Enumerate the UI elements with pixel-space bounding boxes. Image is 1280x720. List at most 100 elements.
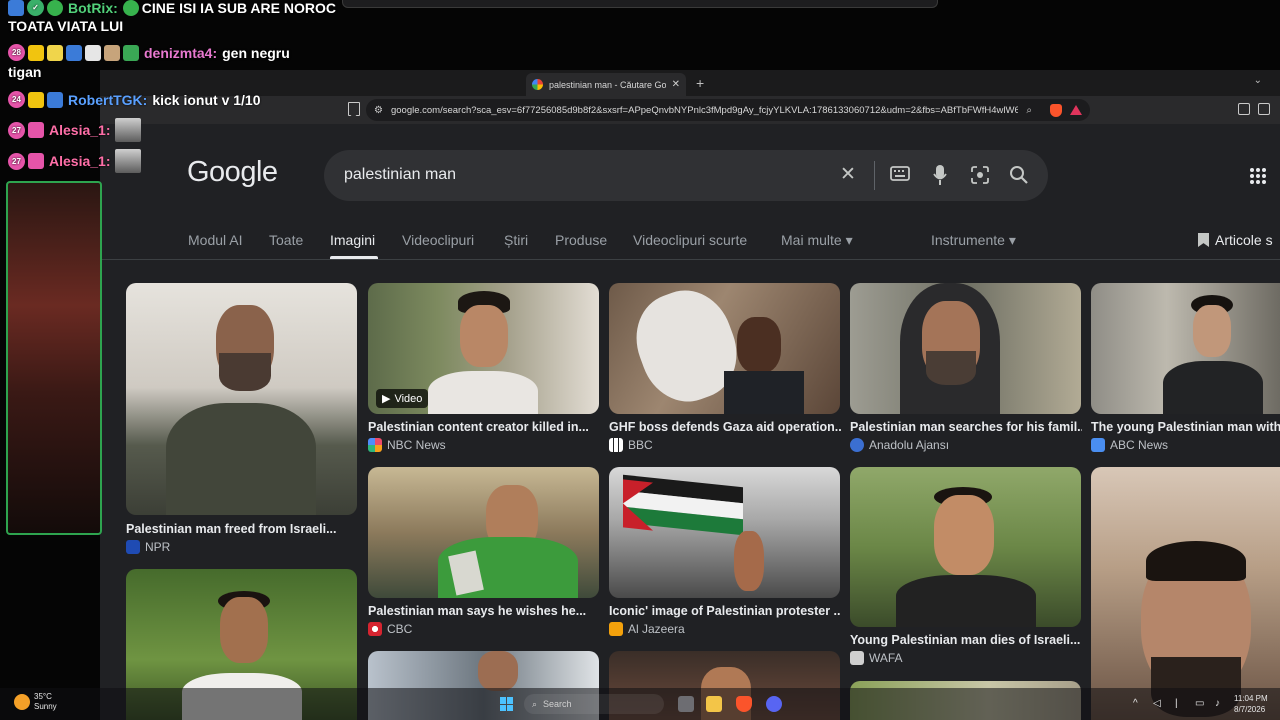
result-thumbnail[interactable] (850, 283, 1081, 414)
tab-news[interactable]: Știri (504, 232, 528, 248)
chat-message-continued: TOATA VIATA LUI (8, 18, 123, 34)
tab-images[interactable]: Imagini (330, 232, 375, 248)
result-source[interactable]: Anadolu Ajansı (850, 438, 949, 452)
clover-emote-icon (122, 0, 139, 16)
background-window-strip (342, 0, 938, 8)
brave-browser-icon[interactable] (736, 696, 752, 712)
brave-shield-icon[interactable] (1050, 103, 1062, 117)
start-button-icon[interactable] (500, 697, 514, 711)
moderator-badge-icon (47, 91, 63, 108)
result-source[interactable]: CBC (368, 622, 412, 636)
chat-username[interactable]: denizmta4: (144, 45, 217, 61)
sun-icon (14, 694, 30, 710)
result-thumbnail[interactable] (1091, 283, 1280, 414)
google-apps-icon[interactable] (1250, 168, 1266, 184)
result-source[interactable]: Al Jazeera (609, 622, 685, 636)
sidebar-toggle-icon[interactable] (1258, 103, 1270, 115)
bookmark-icon[interactable] (348, 102, 360, 116)
close-tab-icon[interactable]: ✕ (672, 79, 680, 90)
saved-items-label: Articole s (1215, 232, 1273, 248)
image-result-card[interactable]: Iconic' image of Palestinian protester .… (609, 467, 841, 642)
clear-icon[interactable]: ✕ (840, 164, 856, 186)
image-result-card[interactable]: Palestinian man says he wishes he... CBC (368, 467, 599, 642)
result-title[interactable]: The young Palestinian man with (1091, 420, 1280, 434)
chat-username[interactable]: Alesia_1: (49, 153, 110, 169)
invader-badge-icon (28, 153, 44, 169)
show-hidden-icons-icon[interactable]: ^ (1133, 698, 1138, 709)
tab-google-search[interactable]: palestinian man - Căutare Googl ✕ (526, 73, 686, 96)
lens-icon[interactable] (970, 165, 990, 185)
chat-username[interactable]: RobertTGK: (68, 92, 147, 108)
result-thumbnail[interactable] (850, 467, 1081, 627)
tab-more[interactable]: Mai multe ▾ (781, 232, 853, 249)
result-title[interactable]: Palestinian man freed from Israeli... (126, 522, 358, 536)
clock-time[interactable]: 11:04 PM (1234, 694, 1268, 703)
result-title[interactable]: Young Palestinian man dies of Israeli... (850, 633, 1082, 647)
tab-short-videos[interactable]: Videoclipuri scurte (633, 232, 747, 248)
taskbar-search-label: Search (543, 699, 572, 709)
result-title[interactable]: Palestinian man says he wishes he... (368, 604, 600, 618)
discord-icon[interactable] (766, 696, 782, 712)
image-result-card[interactable] (1091, 467, 1280, 720)
image-result-card[interactable]: The young Palestinian man with ABC News (1091, 283, 1280, 458)
result-source[interactable]: WAFA (850, 651, 903, 665)
url-text[interactable]: google.com/search?sca_esv=6f77256085d9b8… (391, 105, 1018, 116)
search-box[interactable]: palestinian man ✕ (324, 150, 1048, 201)
extensions-icon[interactable] (1238, 103, 1250, 115)
result-title[interactable]: Iconic' image of Palestinian protester .… (609, 604, 841, 618)
chat-message: 27 Alesia_1: (8, 149, 142, 173)
result-title[interactable]: GHF boss defends Gaza aid operation... (609, 420, 841, 434)
image-result-card[interactable]: ▶ Video Palestinian content creator kill… (368, 283, 599, 458)
result-thumbnail[interactable] (609, 283, 840, 414)
result-thumbnail[interactable] (368, 467, 599, 598)
volume-icon[interactable]: ◁ (1153, 698, 1161, 709)
search-query[interactable]: palestinian man (344, 166, 456, 184)
result-source[interactable]: ABC News (1091, 438, 1168, 452)
result-title[interactable]: Palestinian content creator killed in... (368, 420, 600, 434)
new-tab-button[interactable]: + (696, 75, 704, 91)
result-title[interactable]: Palestinian man searches for his famil..… (850, 420, 1082, 434)
tab-ai-mode[interactable]: Modul AI (188, 232, 242, 248)
taskbar-search[interactable]: ⌕ Search (524, 694, 664, 714)
brave-rewards-icon[interactable] (1070, 105, 1082, 115)
zoom-icon[interactable]: ⌕ (1026, 105, 1032, 116)
image-result-card[interactable]: Palestinian man searches for his famil..… (850, 283, 1082, 458)
weather-widget[interactable]: 35°C Sunny (14, 692, 57, 712)
weather-condition: Sunny (34, 702, 57, 711)
sub-months-badge-icon: 24 (8, 91, 25, 108)
tools-button[interactable]: Instrumente ▾ (931, 232, 1016, 249)
nbc-logo-icon (368, 438, 382, 452)
microphone-tray-icon[interactable]: | (1175, 698, 1178, 709)
image-result-card[interactable]: Young Palestinian man dies of Israeli...… (850, 467, 1081, 672)
task-view-icon[interactable] (678, 696, 694, 712)
result-thumbnail[interactable]: ▶ Video (368, 283, 599, 414)
search-divider (874, 161, 875, 190)
result-thumbnail[interactable] (1091, 467, 1280, 720)
result-source[interactable]: NBC News (368, 438, 446, 452)
saved-items-link[interactable]: Articole s (1198, 232, 1273, 248)
tab-products[interactable]: Produse (555, 232, 607, 248)
tab-all[interactable]: Toate (269, 232, 303, 248)
microphone-icon[interactable] (933, 164, 947, 186)
image-result-card[interactable]: GHF boss defends Gaza aid operation... B… (609, 283, 841, 458)
address-bar[interactable]: ⚙ google.com/search?sca_esv=6f77256085d9… (366, 99, 1090, 121)
moderator-badge-icon (8, 0, 24, 16)
chat-username[interactable]: Alesia_1: (49, 122, 110, 138)
result-source[interactable]: NPR (126, 540, 170, 554)
site-info-icon[interactable]: ⚙ (374, 105, 383, 116)
image-result-card[interactable]: Palestinian man freed from Israeli... NP… (126, 283, 357, 563)
file-explorer-icon[interactable] (706, 696, 722, 712)
search-icon[interactable] (1009, 165, 1029, 185)
speaker-icon[interactable]: ♪ (1215, 698, 1220, 709)
result-thumbnail[interactable] (126, 283, 357, 515)
chat-username[interactable]: BotRix: (68, 0, 118, 16)
keyboard-icon[interactable] (890, 166, 910, 182)
result-source[interactable]: BBC (609, 438, 653, 452)
result-thumbnail[interactable] (609, 467, 840, 598)
tab-videos[interactable]: Videoclipuri (402, 232, 474, 248)
search-icon: ⌕ (532, 698, 538, 709)
crown-badge-icon (28, 91, 44, 108)
tab-search-menu-icon[interactable]: ⌄ (1254, 75, 1262, 86)
display-icon[interactable]: ▭ (1195, 698, 1204, 709)
clock-date[interactable]: 8/7/2026 (1234, 705, 1265, 714)
